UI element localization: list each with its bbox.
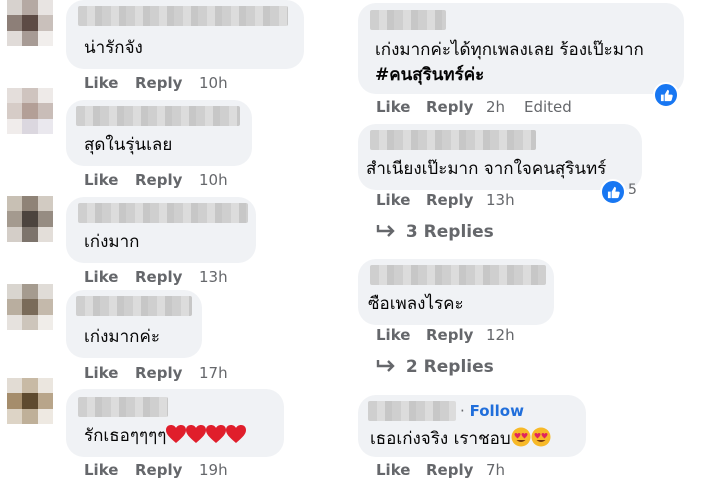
- heart-eyes-emoji-icon: [511, 427, 531, 449]
- edited-label: Edited: [524, 98, 572, 116]
- commenter-name[interactable]: [370, 10, 446, 30]
- comment-timestamp[interactable]: 19h: [199, 461, 228, 479]
- comment-timestamp[interactable]: 13h: [199, 268, 228, 286]
- red-heart-icon: [226, 425, 247, 446]
- reply-button[interactable]: Reply: [135, 74, 182, 92]
- commenter-name[interactable]: [370, 130, 536, 150]
- like-button[interactable]: Like: [376, 191, 410, 209]
- reply-arrow-icon: [376, 225, 395, 237]
- comment-bubble: น่ารักจัง: [66, 0, 304, 69]
- reply-button[interactable]: Reply: [426, 326, 473, 344]
- reply-button[interactable]: Reply: [135, 461, 182, 479]
- replies-count-label: 2 Replies: [405, 357, 494, 377]
- commenter-name[interactable]: [76, 296, 192, 316]
- follow-button[interactable]: Follow: [470, 402, 524, 420]
- commenter-name[interactable]: [78, 6, 288, 26]
- like-button[interactable]: Like: [376, 461, 410, 479]
- red-heart-icon: [206, 425, 227, 446]
- like-button[interactable]: Like: [84, 74, 118, 92]
- comment-bubble: ซือเพลงไรคะ: [358, 259, 554, 325]
- comment-text: สำเนียงเป๊ะมาก จากใจคนสุรินทร์: [366, 159, 607, 179]
- commenter-name[interactable]: [78, 397, 168, 417]
- reaction-count[interactable]: 5: [628, 182, 637, 198]
- commenter-name[interactable]: [370, 265, 546, 285]
- avatar[interactable]: [7, 0, 53, 46]
- comment-text: สุดในรุ่นเลย: [84, 135, 173, 155]
- comment-bubble: · Follow เธอเก่งจริง เราชอบ: [358, 395, 586, 457]
- comment-text-body: รักเธอๆๆๆๆ: [84, 426, 167, 446]
- like-button[interactable]: Like: [84, 461, 118, 479]
- comment-bubble: เก่งมากค่ะได้ทุกเพลงเลย ร้องเป๊ะมาก #คนส…: [358, 3, 684, 94]
- reply-button[interactable]: Reply: [135, 268, 182, 286]
- reply-button[interactable]: Reply: [426, 98, 473, 116]
- like-button[interactable]: Like: [376, 98, 410, 116]
- comment-bubble: เก่งมากค่ะ: [66, 290, 202, 358]
- reply-button[interactable]: Reply: [426, 191, 473, 209]
- like-button[interactable]: Like: [376, 326, 410, 344]
- thumbs-up-icon[interactable]: [600, 179, 626, 205]
- reply-arrow-icon: [376, 360, 395, 372]
- commenter-name[interactable]: [368, 401, 456, 421]
- separator-dot: ·: [460, 402, 465, 420]
- comment-bubble: เก่งมาก: [66, 197, 256, 263]
- like-button[interactable]: Like: [84, 171, 118, 189]
- comment-text: เก่งมาก: [84, 232, 140, 252]
- comment-bubble: สุดในรุ่นเลย: [66, 100, 252, 166]
- view-replies-link[interactable]: 2 Replies: [376, 357, 494, 377]
- avatar[interactable]: [7, 378, 53, 424]
- avatar[interactable]: [7, 196, 53, 242]
- replies-count-label: 3 Replies: [405, 222, 494, 242]
- like-button[interactable]: Like: [84, 364, 118, 382]
- comment-text-body: เธอเก่งจริง เราชอบ: [370, 429, 511, 449]
- comment-text: น่ารักจัง: [84, 38, 143, 58]
- comment-text: รักเธอๆๆๆๆ: [84, 425, 247, 447]
- reply-button[interactable]: Reply: [426, 461, 473, 479]
- comment-timestamp[interactable]: 10h: [199, 171, 228, 189]
- comment-bubble: รักเธอๆๆๆๆ: [66, 389, 284, 457]
- view-replies-link[interactable]: 3 Replies: [376, 222, 494, 242]
- follow-row: · Follow: [460, 402, 524, 420]
- thumbs-up-icon[interactable]: [653, 82, 679, 108]
- like-button[interactable]: Like: [84, 268, 118, 286]
- avatar[interactable]: [7, 284, 53, 330]
- comment-bubble: สำเนียงเป๊ะมาก จากใจคนสุรินทร์: [358, 124, 642, 190]
- heart-eyes-emoji-icon: [531, 427, 551, 449]
- comment-timestamp[interactable]: 7h: [486, 461, 505, 479]
- comment-text: ซือเพลงไรคะ: [368, 294, 464, 314]
- comment-timestamp[interactable]: 10h: [199, 74, 228, 92]
- hashtag-link[interactable]: #คนสุรินทร์ค่ะ: [375, 64, 484, 86]
- comment-timestamp[interactable]: 12h: [486, 326, 515, 344]
- comment-timestamp[interactable]: 13h: [486, 191, 515, 209]
- comment-timestamp[interactable]: 2h: [486, 98, 505, 116]
- comment-text: เก่งมากค่ะ: [84, 327, 160, 347]
- comment-timestamp[interactable]: 17h: [199, 364, 228, 382]
- red-heart-icon: [166, 425, 187, 446]
- red-heart-icon: [186, 425, 207, 446]
- avatar[interactable]: [7, 88, 53, 134]
- comment-text: เธอเก่งจริง เราชอบ: [370, 427, 551, 450]
- reply-button[interactable]: Reply: [135, 171, 182, 189]
- commenter-name[interactable]: [76, 106, 240, 126]
- comment-text: เก่งมากค่ะได้ทุกเพลงเลย ร้องเป๊ะมาก: [375, 40, 644, 60]
- reply-button[interactable]: Reply: [135, 364, 182, 382]
- commenter-name[interactable]: [78, 203, 248, 223]
